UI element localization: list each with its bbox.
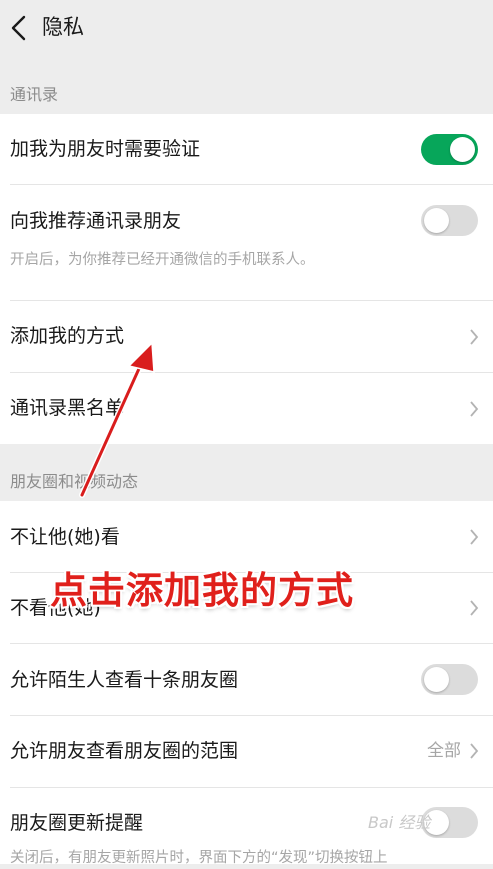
row-label: 加我为朋友时需要验证	[10, 138, 201, 160]
row-label: 不让他(她)看	[10, 526, 120, 548]
verification-toggle[interactable]	[421, 134, 478, 165]
nav-header: 隐私	[0, 0, 493, 58]
row-blacklist[interactable]: 通讯录黑名单	[0, 373, 493, 444]
row-label: 添加我的方式	[10, 325, 125, 347]
annotation-text: 点击添加我的方式	[50, 569, 354, 612]
watermark-logo: Bai 经验	[368, 813, 431, 832]
row-add-me-methods[interactable]: 添加我的方式	[0, 301, 493, 372]
strangers-view-toggle[interactable]	[421, 664, 478, 695]
row-visible-range[interactable]: 允许朋友查看朋友圈的范围 全部	[0, 716, 493, 787]
page-title: 隐私	[42, 15, 84, 39]
row-label: 通讯录黑名单	[10, 397, 125, 419]
chevron-right-icon	[470, 529, 479, 545]
row-label: 朋友圈更新提醒	[10, 812, 144, 834]
back-arrow-icon[interactable]	[8, 14, 32, 42]
recommend-contacts-toggle[interactable]	[421, 205, 478, 236]
chevron-right-icon	[470, 743, 479, 759]
toggle-knob	[450, 137, 475, 162]
chevron-right-icon	[470, 329, 479, 345]
section-label-contacts: 通讯录	[10, 85, 59, 104]
chevron-right-icon	[470, 401, 479, 417]
row-require-verification[interactable]: 加我为朋友时需要验证	[0, 114, 493, 185]
toggle-knob	[424, 208, 449, 233]
section-label-moments: 朋友圈和视频动态	[10, 472, 139, 491]
row-description: 开启后，为你推荐已经开通微信的手机联系人。	[10, 252, 315, 268]
chevron-right-icon	[470, 600, 479, 616]
row-strangers-view-ten[interactable]: 允许陌生人查看十条朋友圈	[0, 644, 493, 715]
row-recommend-contacts[interactable]: 向我推荐通讯录朋友 开启后，为你推荐已经开通微信的手机联系人。	[0, 185, 493, 300]
visible-range-value: 全部	[427, 741, 461, 761]
row-description: 关闭后，有朋友更新照片时，界面下方的“发现”切换按钮上	[10, 850, 388, 866]
row-label: 允许朋友查看朋友圈的范围	[10, 740, 239, 762]
row-label: 向我推荐通讯录朋友	[10, 210, 182, 232]
row-label: 允许陌生人查看十条朋友圈	[10, 669, 239, 691]
contacts-group: 加我为朋友时需要验证 向我推荐通讯录朋友 开启后，为你推荐已经开通微信的手机联系…	[0, 114, 493, 444]
toggle-knob	[424, 667, 449, 692]
moments-group: 不让他(她)看 不看他(她) 允许陌生人查看十条朋友圈 允许朋友查看朋友圈的范围…	[0, 501, 493, 866]
